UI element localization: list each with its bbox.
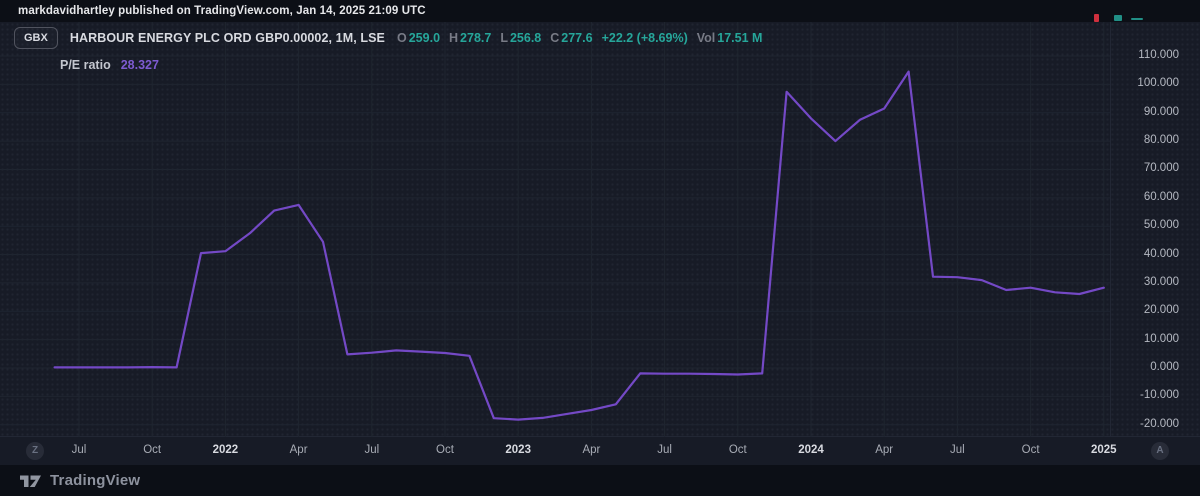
ohlc-l: L256.8	[500, 31, 541, 45]
footer-bar: TradingView	[0, 465, 1200, 496]
symbol-row: GBX HARBOUR ENERGY PLC ORD GBP0.00002, 1…	[14, 27, 762, 49]
mini-candle	[1131, 18, 1143, 20]
price-scale-label: 10.000	[1144, 333, 1179, 345]
time-scale-label: 2022	[203, 444, 247, 456]
chart-panel[interactable]: GBX HARBOUR ENERGY PLC ORD GBP0.00002, 1…	[0, 22, 1200, 437]
time-scale-label: Oct	[716, 444, 760, 456]
time-scale: Z A Jul Oct 2022 Apr Jul Oct 2023 Apr Jul Oct 2024…	[0, 437, 1200, 465]
ohlc-container: O259.0 H278.7 L256.8 C277.6	[397, 31, 593, 45]
price-scale-label: 20.000	[1144, 304, 1179, 316]
price-scale-label: 110.000	[1138, 49, 1179, 61]
time-scale-label: Jul	[57, 444, 101, 456]
ohlc-o: O259.0	[397, 31, 440, 45]
price-scale: 110.000 100.000 90.000 80.000 70.000 60.000 50…	[1110, 22, 1200, 437]
scale-hint-a: A	[1151, 442, 1169, 460]
tradingview-snapshot: markdavidhartley published on TradingVie…	[0, 0, 1200, 496]
time-scale-label: 2024	[789, 444, 833, 456]
price-scale-label: 30.000	[1144, 276, 1179, 288]
price-scale-label: 40.000	[1144, 248, 1179, 260]
scale-hint-z: Z	[26, 442, 44, 460]
price-scale-label: -10.000	[1140, 389, 1179, 401]
price-scale-label: 80.000	[1144, 134, 1179, 146]
time-scale-label: Apr	[277, 444, 321, 456]
publish-attribution-text: markdavidhartley published on TradingVie…	[18, 5, 426, 17]
symbol-title: HARBOUR ENERGY PLC ORD GBP0.00002, 1M, L…	[70, 31, 385, 45]
mini-candle	[1094, 14, 1099, 22]
volume-label: Vol	[697, 31, 716, 45]
footer-brand-link[interactable]: TradingView	[50, 472, 140, 489]
publish-attribution-bar: markdavidhartley published on TradingVie…	[0, 0, 1200, 22]
time-scale-label: Apr	[862, 444, 906, 456]
price-scale-label: -20.000	[1140, 418, 1179, 430]
price-scale-label: 100.000	[1137, 77, 1179, 89]
time-scale-label: Jul	[935, 444, 979, 456]
time-scale-label: Oct	[1009, 444, 1053, 456]
pe-ratio-line-chart	[0, 22, 1200, 437]
indicator-last-value: 28.327	[121, 58, 159, 72]
price-scale-label: 50.000	[1144, 219, 1179, 231]
price-scale-label: 90.000	[1144, 106, 1179, 118]
indicator-label: P/E ratio	[60, 58, 111, 72]
tradingview-logo-icon	[20, 472, 42, 490]
mini-candle	[1114, 15, 1122, 21]
change-value: +22.2 (+8.69%)	[602, 31, 688, 45]
ohlc-h: H278.7	[449, 31, 491, 45]
time-scale-label: 2025	[1082, 444, 1126, 456]
indicator-row: P/E ratio 28.327	[14, 58, 762, 72]
volume-segment: Vol 17.51 M	[697, 31, 763, 45]
price-scale-label: 70.000	[1144, 162, 1179, 174]
price-scale-label: 60.000	[1144, 191, 1179, 203]
currency-unit-button[interactable]: GBX	[14, 27, 58, 49]
chart-legend: GBX HARBOUR ENERGY PLC ORD GBP0.00002, 1…	[14, 27, 762, 72]
time-scale-label: Jul	[643, 444, 687, 456]
time-scale-label: Apr	[569, 444, 613, 456]
ohlc-c: C277.6	[550, 31, 592, 45]
time-scale-label: 2023	[496, 444, 540, 456]
time-scale-label: Jul	[350, 444, 394, 456]
time-scale-label: Oct	[130, 444, 174, 456]
pe-ratio-series-line	[55, 72, 1104, 420]
time-scale-label: Oct	[423, 444, 467, 456]
price-scale-label: 0.000	[1150, 361, 1179, 373]
volume-value: 17.51 M	[717, 31, 762, 45]
ohlc-values: O259.0H278.7L256.8C277.6 +22.2 (+8.69%) …	[397, 31, 762, 45]
